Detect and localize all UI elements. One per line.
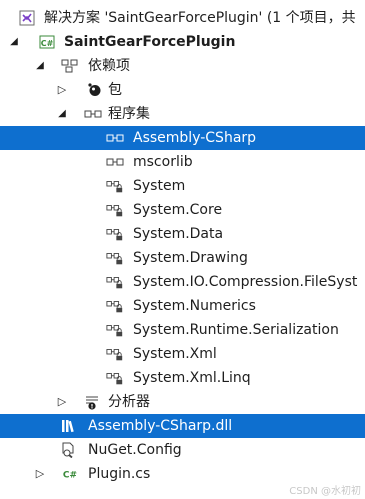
config-file-icon <box>60 438 78 462</box>
reference-item[interactable]: System.Xml <box>0 342 365 366</box>
collapse-arrow-icon[interactable]: ◢ <box>56 102 68 126</box>
locked-reference-icon <box>106 342 124 366</box>
reference-item[interactable]: System.Xml.Linq <box>0 366 365 390</box>
tree-item-project[interactable]: ◢ C# SaintGearForcePlugin <box>0 30 365 54</box>
dll-library-icon <box>60 414 78 438</box>
reference-icon <box>106 126 124 150</box>
locked-reference-icon <box>106 318 124 342</box>
expand-arrow-icon[interactable]: ▷ <box>56 390 68 414</box>
expand-arrow-icon[interactable]: ▷ <box>56 78 68 102</box>
reference-label: System.Xml.Linq <box>133 370 251 386</box>
reference-label: mscorlib <box>133 154 193 170</box>
watermark: CSDN @水初初 <box>289 486 361 497</box>
tree-item-assemblies[interactable]: ◢ 程序集 <box>0 102 365 126</box>
solution-icon <box>18 6 36 30</box>
tree-item-packages[interactable]: ▷ 包 <box>0 78 365 102</box>
reference-item[interactable]: System.IO.Compression.FileSyst <box>0 270 365 294</box>
tree-item-analyzers[interactable]: ▷ 分析器 <box>0 390 365 414</box>
reference-label: System.Data <box>133 226 224 242</box>
analyzer-icon <box>84 390 102 414</box>
reference-label: System.Drawing <box>133 250 248 266</box>
locked-reference-icon <box>106 222 124 246</box>
expand-arrow-icon[interactable]: ▷ <box>34 462 46 486</box>
csharp-file-icon: C# <box>61 462 79 486</box>
locked-reference-icon <box>106 366 124 390</box>
assembly-folder-icon <box>84 102 102 126</box>
reference-label: System.Core <box>133 202 223 218</box>
reference-label: System.Runtime.Serialization <box>133 322 339 338</box>
plugin-file-label: Plugin.cs <box>88 466 151 482</box>
locked-reference-icon <box>106 270 124 294</box>
reference-item[interactable]: Assembly-CSharp <box>0 126 365 150</box>
svg-text:C#: C# <box>41 39 54 48</box>
analyzers-label: 分析器 <box>108 394 150 410</box>
tree-item-solution[interactable]: 解决方案 'SaintGearForcePlugin' (1 个项目，共 <box>0 6 365 30</box>
tree-item-dependencies[interactable]: ◢ 依赖项 <box>0 54 365 78</box>
dependencies-icon <box>61 54 79 78</box>
reference-item[interactable]: System <box>0 174 365 198</box>
reference-item[interactable]: System.Core <box>0 198 365 222</box>
nuget-config-label: NuGet.Config <box>88 442 182 458</box>
dependencies-label: 依赖项 <box>88 58 130 74</box>
project-label: SaintGearForcePlugin <box>64 34 236 50</box>
packages-label: 包 <box>108 82 122 98</box>
reference-label: System <box>133 178 186 194</box>
reference-label: System.Numerics <box>133 298 256 314</box>
reference-label: System.Xml <box>133 346 217 362</box>
tree-item-nuget-config[interactable]: NuGet.Config <box>0 438 365 462</box>
package-icon <box>86 78 104 102</box>
reference-item[interactable]: System.Numerics <box>0 294 365 318</box>
locked-reference-icon <box>106 198 124 222</box>
assemblies-label: 程序集 <box>108 106 150 122</box>
locked-reference-icon <box>106 294 124 318</box>
dll-file-label: Assembly-CSharp.dll <box>88 418 233 434</box>
locked-reference-icon <box>106 174 124 198</box>
reference-item[interactable]: System.Drawing <box>0 246 365 270</box>
solution-label: 解决方案 'SaintGearForcePlugin' (1 个项目，共 <box>44 10 356 26</box>
collapse-arrow-icon[interactable]: ◢ <box>8 30 20 54</box>
reference-label: System.IO.Compression.FileSyst <box>133 274 358 290</box>
tree-item-dll-file[interactable]: Assembly-CSharp.dll <box>0 414 365 438</box>
collapse-arrow-icon[interactable]: ◢ <box>34 54 46 78</box>
locked-reference-icon <box>106 246 124 270</box>
svg-text:C#: C# <box>63 471 77 481</box>
reference-item[interactable]: System.Data <box>0 222 365 246</box>
reference-item[interactable]: System.Runtime.Serialization <box>0 318 365 342</box>
reference-label: Assembly-CSharp <box>133 130 257 146</box>
csharp-project-icon: C# <box>38 30 56 54</box>
reference-item[interactable]: mscorlib <box>0 150 365 174</box>
reference-icon <box>106 150 124 174</box>
